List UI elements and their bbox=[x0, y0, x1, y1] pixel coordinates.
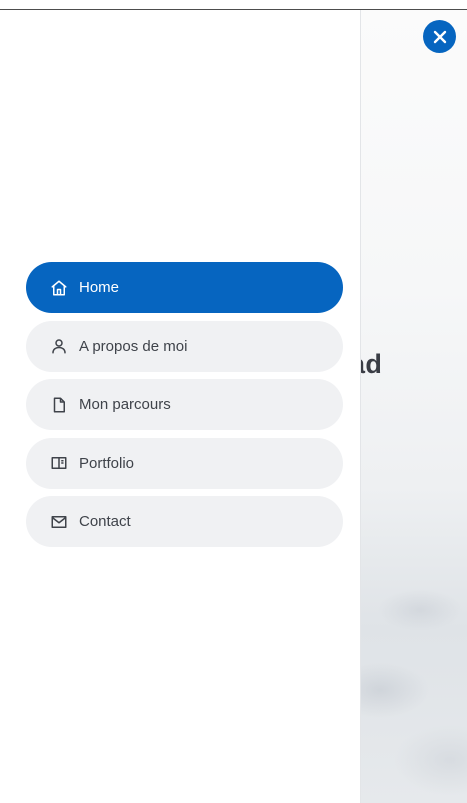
close-icon bbox=[433, 30, 447, 44]
nav-item-label: Home bbox=[79, 279, 120, 296]
nav-item-portfolio[interactable]: Portfolio bbox=[26, 437, 343, 489]
nav-item-contact[interactable]: Contact bbox=[26, 496, 343, 547]
home-icon bbox=[50, 279, 68, 297]
nav-item-home[interactable]: Home bbox=[26, 262, 343, 313]
nav-item-label: A propos de moi bbox=[79, 337, 188, 355]
envelope-icon bbox=[50, 513, 68, 531]
nav-item-label: Contact bbox=[79, 513, 131, 530]
close-button[interactable] bbox=[423, 20, 456, 53]
nav-item-label: Mon parcours bbox=[79, 396, 171, 413]
nav-item-journey[interactable]: Mon parcours bbox=[26, 379, 343, 430]
nav-menu: Home A propos de moi Mon parcours Portfo… bbox=[26, 262, 343, 555]
nav-item-about[interactable]: A propos de moi bbox=[26, 320, 343, 372]
document-icon bbox=[50, 396, 68, 414]
nav-item-label: Portfolio bbox=[79, 454, 135, 472]
user-icon bbox=[50, 337, 68, 355]
book-icon bbox=[50, 454, 68, 472]
mobile-nav-drawer: Home A propos de moi Mon parcours Portfo… bbox=[0, 10, 361, 803]
background-page bbox=[360, 10, 467, 803]
